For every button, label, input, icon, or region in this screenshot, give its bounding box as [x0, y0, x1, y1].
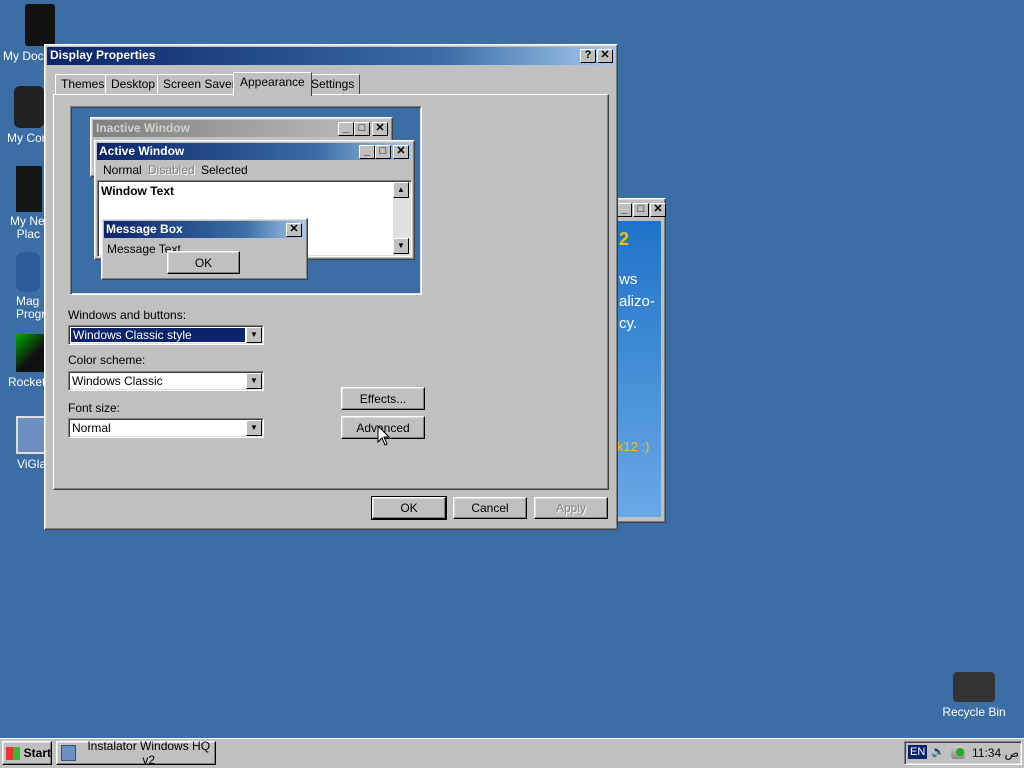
- monitor-icon: [16, 416, 46, 454]
- chevron-down-icon[interactable]: ▼: [246, 420, 262, 436]
- recycle-bin-icon: [953, 672, 995, 702]
- tab-settings[interactable]: Settings: [305, 74, 361, 94]
- close-icon: ✕: [286, 223, 302, 237]
- scroll-down-icon: ▼: [393, 238, 409, 254]
- background-window-content: 2 ws alizo- cy. k12 :): [617, 221, 661, 517]
- chevron-down-icon[interactable]: ▼: [246, 327, 262, 343]
- preview-msgbox-ok: OK: [167, 251, 240, 274]
- desktop-icon-label: Recycle Bin: [942, 705, 1006, 719]
- preview-msgbox-title: Message Box: [106, 222, 183, 236]
- color-scheme-label: Color scheme:: [68, 353, 146, 367]
- logo-fragment: 2: [619, 229, 630, 249]
- app-icon: [61, 745, 77, 761]
- task-label: Instalator Windows HQ v2: [87, 739, 211, 767]
- desktop-icon-recycle-bin[interactable]: Recycle Bin: [934, 670, 1014, 719]
- apply-button-label: Apply: [555, 501, 587, 515]
- windows-logo-icon: [6, 746, 20, 760]
- chevron-down-icon[interactable]: ▼: [246, 373, 262, 389]
- bg-text-4: k12 :): [617, 439, 650, 454]
- programs-icon: [16, 252, 40, 292]
- maximize-icon: □: [375, 145, 391, 159]
- effects-button-label: Effects...: [359, 391, 407, 406]
- close-icon[interactable]: ✕: [650, 203, 666, 217]
- preview-msgbox-ok-label: OK: [194, 255, 213, 270]
- close-icon: ✕: [393, 145, 409, 159]
- dialog-title: Display Properties: [50, 48, 156, 62]
- preview-window-text: Window Text: [101, 184, 174, 198]
- network-tower-icon: [16, 166, 42, 212]
- clock: 11:34 ص: [972, 746, 1019, 760]
- tab-screen-saver[interactable]: Screen Saver: [157, 74, 242, 94]
- my-documents-icon: [25, 4, 55, 46]
- apply-button[interactable]: Apply: [534, 497, 608, 519]
- close-icon: ✕: [372, 122, 388, 136]
- mouse-cursor-icon: [377, 425, 391, 446]
- color-scheme-select[interactable]: Windows Classic ▼: [68, 371, 264, 391]
- start-button[interactable]: Start: [2, 741, 52, 765]
- preview-menu-disabled: Disabled: [148, 163, 195, 177]
- desktop-icon-label: My Net Plac: [10, 215, 49, 241]
- preview-active-title: Active Window: [99, 144, 185, 158]
- preview-menu-selected: Selected: [201, 163, 248, 177]
- font-size-value: Normal: [72, 421, 111, 435]
- minimize-icon[interactable]: _: [616, 203, 632, 217]
- cancel-button-label: Cancel: [471, 501, 509, 515]
- cancel-button[interactable]: Cancel: [453, 497, 527, 519]
- scroll-up-icon: ▲: [393, 182, 409, 198]
- tab-desktop[interactable]: Desktop: [105, 74, 162, 94]
- tab-themes[interactable]: Themes: [55, 74, 111, 94]
- maximize-icon: □: [354, 122, 370, 136]
- maximize-icon[interactable]: □: [633, 203, 649, 217]
- color-scheme-value: Windows Classic: [72, 374, 163, 388]
- preview-menu-normal: Normal: [103, 163, 142, 177]
- ok-button[interactable]: OK: [371, 496, 447, 520]
- help-icon[interactable]: ?: [580, 49, 596, 63]
- close-icon[interactable]: ✕: [597, 49, 613, 63]
- preview-inactive-title: Inactive Window: [96, 121, 190, 135]
- font-size-select[interactable]: Normal ▼: [68, 418, 264, 438]
- windows-buttons-value: Windows Classic style: [70, 327, 246, 343]
- start-label: Start: [23, 746, 51, 760]
- tab-appearance[interactable]: Appearance: [233, 72, 312, 96]
- security-shield-icon[interactable]: [951, 746, 965, 759]
- background-window[interactable]: _ □ ✕ 2 ws alizo- cy. k12 :): [612, 198, 666, 523]
- bg-text-1: ws: [619, 271, 638, 288]
- windows-buttons-label: Windows and buttons:: [68, 308, 187, 322]
- taskbar-task-instalator[interactable]: Instalator Windows HQ v2: [56, 739, 216, 767]
- windows-buttons-select[interactable]: Windows Classic style ▼: [68, 325, 264, 345]
- ok-button-label: OK: [400, 501, 418, 515]
- bg-text-2: alizo-: [619, 293, 655, 310]
- camera-icon: [14, 86, 44, 128]
- volume-icon[interactable]: 🔈: [931, 746, 945, 759]
- effects-button[interactable]: Effects...: [341, 387, 425, 410]
- minimize-icon: _: [338, 122, 354, 136]
- language-indicator[interactable]: EN: [908, 745, 928, 759]
- bg-text-3: cy.: [619, 315, 638, 332]
- font-size-label: Font size:: [68, 401, 121, 415]
- rocket-icon: [16, 334, 44, 372]
- minimize-icon: _: [359, 145, 375, 159]
